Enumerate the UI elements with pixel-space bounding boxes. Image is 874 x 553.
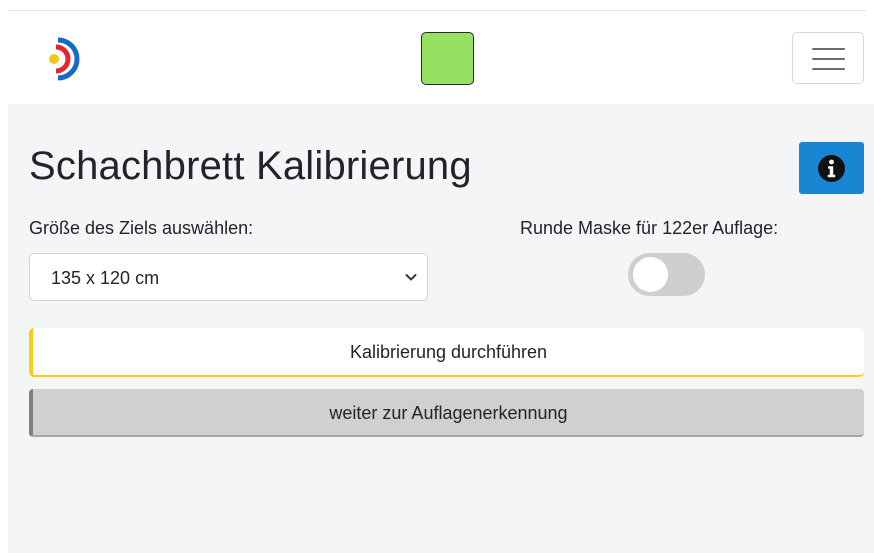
next-button-label: weiter zur Auflagenerkennung (329, 403, 568, 423)
info-icon (818, 155, 845, 182)
next-target-detection-button[interactable]: weiter zur Auflagenerkennung (29, 389, 864, 437)
page-title: Schachbrett Kalibrierung (29, 144, 472, 188)
calibrate-button-label: Kalibrierung durchführen (349, 342, 548, 362)
main-content: Schachbrett Kalibrierung Größe des Ziels… (8, 104, 874, 553)
toggle-knob (633, 257, 668, 292)
round-mask-toggle[interactable] (628, 253, 705, 296)
calibrate-button[interactable]: Kalibrierung durchführen (29, 328, 864, 377)
target-size-select[interactable]: 135 x 120 cm (29, 253, 428, 301)
connection-status-indicator (421, 32, 474, 85)
hamburger-menu-icon (812, 48, 845, 50)
target-size-label: Größe des Ziels auswählen: (29, 218, 254, 238)
info-button[interactable] (799, 142, 864, 194)
round-mask-label: Runde Maske für 122er Auflage: (520, 218, 779, 238)
target-size-selected-value: 135 x 120 cm (51, 268, 160, 288)
target-logo-icon[interactable] (44, 37, 88, 81)
chevron-down-icon (405, 274, 417, 281)
menu-toggle-button[interactable] (792, 32, 864, 84)
navbar (0, 11, 874, 104)
